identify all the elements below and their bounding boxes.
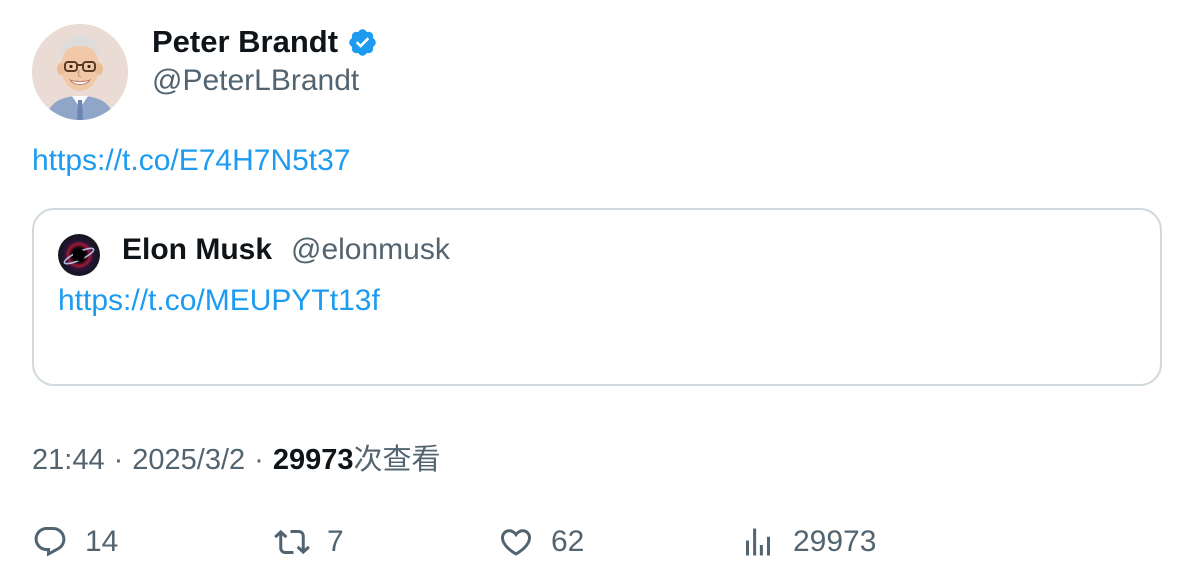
reply-button[interactable]: 14 bbox=[32, 522, 118, 562]
meta-separator: · bbox=[254, 444, 264, 476]
avatar-portrait-image bbox=[32, 24, 128, 120]
reply-icon bbox=[34, 527, 66, 557]
quoted-tweet-card[interactable]: Elon Musk @elonmusk https://t.co/MEUPYTt… bbox=[32, 208, 1162, 386]
like-count: 62 bbox=[551, 525, 585, 558]
quote-link[interactable]: https://t.co/MEUPYTt13f bbox=[58, 284, 380, 318]
author-avatar[interactable] bbox=[32, 24, 128, 120]
black-hole-avatar-image bbox=[58, 234, 100, 276]
author-name-row[interactable]: Peter Brandt bbox=[152, 24, 378, 60]
views-count: 29973 bbox=[272, 444, 354, 476]
views-action-count: 29973 bbox=[793, 525, 877, 558]
views-label: 次查看 bbox=[353, 444, 441, 476]
author-name[interactable]: Peter Brandt bbox=[152, 24, 338, 60]
retweet-button[interactable]: 7 bbox=[274, 522, 344, 562]
author-handle[interactable]: @PeterLBrandt bbox=[152, 64, 359, 98]
retweet-count: 7 bbox=[327, 525, 344, 558]
quote-author-handle[interactable]: @elonmusk bbox=[291, 233, 450, 267]
tweet-link[interactable]: https://t.co/E74H7N5t37 bbox=[32, 144, 351, 178]
analytics-bar-chart-icon bbox=[746, 528, 770, 556]
heart-icon bbox=[500, 529, 532, 556]
views-button[interactable]: 29973 bbox=[740, 522, 876, 562]
tweet-time[interactable]: 21:44 bbox=[32, 444, 105, 477]
like-button[interactable]: 62 bbox=[498, 522, 584, 562]
retweet-icon bbox=[274, 529, 310, 555]
quote-author-avatar[interactable] bbox=[58, 234, 100, 276]
reply-count: 14 bbox=[85, 525, 119, 558]
tweet-meta: 21:44 · 2025/3/2 · 29973 次查看 bbox=[32, 436, 440, 478]
meta-separator: · bbox=[113, 444, 124, 476]
quote-author-name[interactable]: Elon Musk bbox=[122, 233, 272, 267]
tweet-date[interactable]: 2025/3/2 bbox=[132, 444, 245, 477]
verified-badge-icon bbox=[349, 28, 376, 56]
